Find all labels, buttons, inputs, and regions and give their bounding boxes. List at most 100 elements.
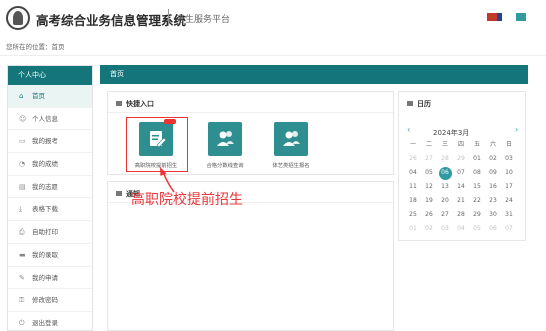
calendar-day[interactable]: 28: [453, 209, 469, 221]
calendar-day[interactable]: 19: [421, 195, 437, 207]
calendar-day[interactable]: 07: [453, 167, 469, 179]
calendar-day[interactable]: 04: [405, 167, 421, 179]
calendar-day[interactable]: 18: [405, 195, 421, 207]
accent-square-teal: [516, 13, 526, 21]
sidebar-item-label: 我的成绩: [32, 160, 58, 169]
calendar-day[interactable]: 31: [501, 209, 517, 221]
home-icon: ⌂: [19, 92, 24, 100]
form-pencil-icon: [150, 131, 167, 148]
calendar-day[interactable]: 21: [453, 195, 469, 207]
calendar-day[interactable]: 10: [501, 167, 517, 179]
document-icon: ▤: [19, 182, 26, 191]
calendar-day[interactable]: 03: [437, 223, 453, 235]
sidebar-item[interactable]: ☺ 个人信息: [8, 108, 92, 131]
sidebar-item[interactable]: ▤ 我的志愿: [8, 176, 92, 199]
quick-entry-score-query[interactable]: [208, 122, 242, 156]
sidebar-item-label: 表格下载: [32, 205, 58, 214]
calendar-day[interactable]: 29: [469, 209, 485, 221]
sidebar-item-label: 我的录取: [32, 250, 58, 259]
sidebar-item[interactable]: ⎙ 自助打印: [8, 221, 92, 244]
calendar-day[interactable]: 26: [421, 209, 437, 221]
id-card-icon: ▭: [19, 137, 26, 146]
calendar-day[interactable]: 01: [469, 153, 485, 165]
sidebar-item-label: 修改密码: [32, 296, 58, 305]
calendar-day[interactable]: 17: [501, 181, 517, 193]
sidebar-item[interactable]: ⤓ 表格下载: [8, 198, 92, 222]
calendar-day[interactable]: 29: [453, 153, 469, 165]
breadcrumb-divider: [0, 55, 546, 56]
list-icon: [116, 191, 122, 196]
calendar-title: 日历: [407, 99, 431, 109]
annotation-label: 高职院校提前招生: [131, 192, 243, 208]
calendar-day[interactable]: 02: [421, 223, 437, 235]
calendar-day[interactable]: 01: [405, 223, 421, 235]
calendar-day[interactable]: 27: [421, 153, 437, 165]
breadcrumb-current[interactable]: 首页: [52, 43, 65, 51]
weekday-header: 六: [489, 141, 496, 148]
logo: [6, 6, 30, 30]
calendar-day[interactable]: 11: [405, 181, 421, 193]
calendar-day[interactable]: 05: [421, 167, 437, 179]
sidebar-item-label: 首页: [32, 92, 45, 100]
chart-icon: ◔: [19, 160, 26, 169]
calendar-day[interactable]: 28: [437, 153, 453, 165]
sidebar-item-label: 我的志愿: [32, 182, 58, 191]
calendar-day[interactable]: 27: [437, 209, 453, 221]
sidebar-item[interactable]: ◔ 我的成绩: [8, 153, 92, 176]
calendar-day[interactable]: 12: [421, 181, 437, 193]
lock-icon: ⚿: [19, 296, 25, 305]
next-month-button[interactable]: ›: [515, 125, 518, 134]
calendar-day[interactable]: 05: [469, 223, 485, 235]
calendar-day[interactable]: 16: [485, 181, 501, 193]
calendar-day[interactable]: 23: [485, 195, 501, 207]
quick-entry-art-sports-registration[interactable]: [274, 122, 308, 156]
calendar-day[interactable]: 02: [485, 153, 501, 165]
panel-divider: [108, 112, 393, 113]
calendar-day-today[interactable]: 06: [437, 167, 453, 179]
tab-home[interactable]: 首页: [100, 65, 528, 84]
accent-square-blue: [497, 13, 502, 21]
user-icon: ☺: [19, 114, 27, 123]
calendar-day[interactable]: 30: [485, 209, 501, 221]
sidebar-item[interactable]: ⚿ 修改密码: [8, 289, 92, 312]
quick-entry-title: 快捷入口: [116, 99, 154, 109]
new-badge: [164, 119, 176, 124]
quick-entry-early-admission[interactable]: [139, 119, 176, 156]
calendar-day[interactable]: 07: [501, 223, 517, 235]
people-icon: [217, 131, 234, 146]
tile-label-score-query: 合格分数线查询: [206, 163, 244, 169]
list-icon: [116, 101, 122, 106]
calendar-day[interactable]: 15: [469, 181, 485, 193]
accent-square-red: [487, 13, 497, 21]
calendar-day[interactable]: 20: [437, 195, 453, 207]
sidebar-item[interactable]: ▬ 我的录取: [8, 244, 92, 267]
calendar-day[interactable]: 25: [405, 209, 421, 221]
tile-label-early-admission: 高职院校提前招生: [134, 163, 178, 169]
breadcrumb-label: 您所在的位置：: [6, 43, 52, 51]
calendar-day[interactable]: 26: [405, 153, 421, 165]
weekday-header: 日: [505, 141, 512, 148]
calendar-day[interactable]: 09: [485, 167, 501, 179]
download-icon: ⤓: [19, 205, 23, 214]
sidebar-item[interactable]: ✎ 我的申请: [8, 267, 92, 290]
weekday-header: 三: [441, 141, 448, 148]
calendar-day[interactable]: 22: [469, 195, 485, 207]
prev-month-button[interactable]: ‹: [407, 125, 410, 134]
sidebar-item[interactable]: ▭ 我的报考: [8, 130, 92, 154]
top-header: 高考综合业务信息管理系统 考生服务平台: [0, 0, 546, 36]
edit-icon: ✎: [19, 273, 25, 282]
calendar-day[interactable]: 06: [485, 223, 501, 235]
sidebar-item-label: 我的申请: [32, 273, 58, 282]
sidebar-item-label: 退出登录: [32, 318, 58, 327]
calendar-day[interactable]: 14: [453, 181, 469, 193]
sidebar-item[interactable]: ⏻ 退出登录: [8, 312, 92, 330]
calendar-day[interactable]: 04: [453, 223, 469, 235]
calendar-day[interactable]: 24: [501, 195, 517, 207]
calendar-day[interactable]: 08: [469, 167, 485, 179]
printer-icon: ⎙: [19, 228, 25, 237]
calendar-day[interactable]: 03: [501, 153, 517, 165]
people-icon: [283, 131, 300, 146]
sidebar-item[interactable]: ⌂ 首页: [8, 85, 92, 108]
calendar-day[interactable]: 13: [437, 181, 453, 193]
sidebar-item-label: 自助打印: [32, 228, 58, 237]
